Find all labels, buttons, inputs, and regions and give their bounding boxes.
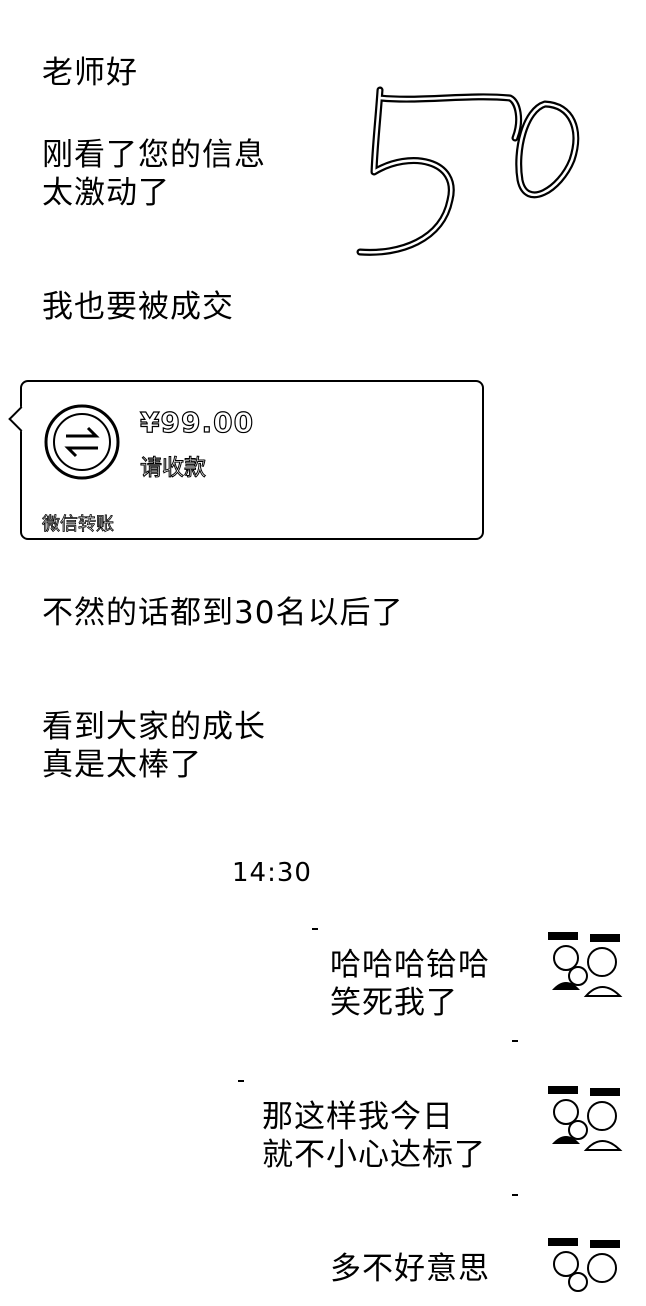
message-text: 老师好	[42, 55, 138, 91]
transfer-description: 请收款	[139, 456, 207, 482]
message-line: 多不好意思	[330, 1251, 490, 1287]
message-line: 就不小心达标了	[262, 1137, 486, 1173]
message-line: 真是太棒了	[42, 747, 202, 783]
transfer-arrows-icon	[44, 404, 120, 480]
message-text: 我也要被成交	[42, 289, 234, 325]
message-text: 刚看了您的信息 太激动了	[42, 136, 266, 212]
handwritten-50-image	[356, 86, 580, 256]
message-text: 不然的话都到30名以后了	[42, 595, 404, 631]
bubble-corner-mark	[512, 1194, 518, 1196]
transfer-footer-label: 微信转账	[42, 514, 115, 536]
avatar[interactable]	[546, 930, 626, 1000]
message-bubble-right: 哈哈哈铪哈 笑死我了	[330, 946, 490, 1022]
message-text: 看到大家的成长 真是太棒了	[42, 708, 266, 784]
message-line: 那这样我今日	[262, 1099, 454, 1135]
message-bubble-right: 多不好意思	[330, 1250, 490, 1288]
message-line: 刚看了您的信息	[42, 137, 266, 173]
bubble-tail	[8, 406, 34, 432]
message-bubble-right: 那这样我今日 就不小心达标了	[262, 1098, 486, 1174]
bubble-corner-mark	[312, 928, 318, 930]
transfer-card[interactable]: ¥99.00 请收款 微信转账	[8, 380, 484, 540]
timestamp: 14:30	[232, 858, 312, 888]
message-line: 看到大家的成长	[42, 709, 266, 745]
message-line: 笑死我了	[330, 985, 458, 1021]
avatar[interactable]	[546, 1236, 626, 1306]
message-line: 太激动了	[42, 175, 170, 211]
bubble-corner-mark	[238, 1080, 244, 1082]
avatar[interactable]	[546, 1084, 626, 1154]
transfer-amount: ¥99.00	[139, 405, 255, 439]
bubble-corner-mark	[512, 1040, 518, 1042]
message-line: 哈哈哈铪哈	[330, 947, 490, 983]
